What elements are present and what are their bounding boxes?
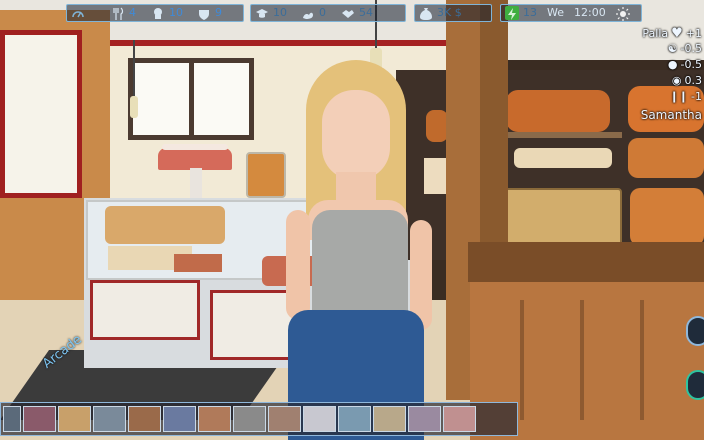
- character-samantha[interactable]: [278, 60, 438, 440]
- stat-strength: 0: [319, 6, 326, 19]
- bread-basket: [494, 188, 622, 250]
- cutlery-icon: ❙❙: [669, 90, 689, 103]
- mask-icon: ☯: [667, 42, 678, 55]
- location-thumbnail[interactable]: [303, 406, 336, 432]
- money-bag-icon[interactable]: [419, 6, 433, 20]
- left-window: [0, 30, 82, 198]
- status-line-4: ❙❙ -1: [670, 90, 702, 103]
- location-thumbnail[interactable]: [268, 406, 301, 432]
- money-amount: 3K $: [437, 6, 462, 19]
- location-thumbnail[interactable]: [93, 406, 126, 432]
- location-thumbnail[interactable]: [408, 406, 441, 432]
- status-line-3: ◉ 0.3: [672, 74, 702, 87]
- character-name: Samantha: [641, 108, 702, 122]
- status-line-2: ● -0.5: [668, 58, 702, 71]
- hud-money: 3K $: [414, 4, 492, 22]
- location-thumbnail[interactable]: [198, 406, 231, 432]
- cutlery-icon[interactable]: [111, 6, 125, 20]
- stat-education: 10: [273, 6, 287, 19]
- hud-time: 13 We 12:00: [500, 4, 642, 22]
- stat-mood: 9: [215, 6, 222, 19]
- day-label: We: [547, 6, 564, 19]
- chef-hat-icon[interactable]: [151, 6, 165, 20]
- sun-icon[interactable]: [615, 6, 630, 21]
- energy-icon[interactable]: [505, 6, 519, 20]
- status-value-2: -0.5: [680, 58, 702, 71]
- status-value-4: -1: [691, 90, 702, 103]
- location-thumbnail-bar: [0, 402, 518, 436]
- bakery-scene: [0, 0, 704, 440]
- graduation-cap-icon[interactable]: [255, 6, 269, 20]
- affection-name: Palla: [642, 27, 669, 40]
- handshake-icon[interactable]: [341, 6, 355, 20]
- cake-stand: [158, 148, 232, 170]
- status-line-1: ☯ -0.5: [668, 42, 702, 55]
- side-button-bottom[interactable]: [686, 370, 704, 400]
- mask-icon[interactable]: [197, 6, 211, 20]
- location-thumbnail[interactable]: [373, 406, 406, 432]
- location-thumbnail[interactable]: [23, 406, 56, 432]
- hud-stats-group-1: 4 10 9: [66, 4, 244, 22]
- back-window: [128, 58, 254, 140]
- location-thumbnail[interactable]: [3, 406, 21, 432]
- location-thumbnail[interactable]: [128, 406, 161, 432]
- money-icon: ●: [667, 58, 678, 71]
- status-value-1: -0.5: [680, 42, 702, 55]
- stat-skill: 10: [169, 6, 183, 19]
- character-name-text: Samantha: [640, 108, 702, 122]
- side-button-top[interactable]: [686, 316, 704, 346]
- clock-time: 12:00: [574, 6, 606, 19]
- location-thumbnail[interactable]: [443, 406, 476, 432]
- location-thumbnail[interactable]: [163, 406, 196, 432]
- affection-line: Palla ♥ +1: [642, 26, 702, 41]
- stat-social: 54: [359, 6, 373, 19]
- hud-stats-group-2: 10 0 54: [250, 4, 406, 22]
- location-thumbnail[interactable]: [58, 406, 91, 432]
- muscle-icon[interactable]: [301, 6, 315, 20]
- speedometer-icon[interactable]: [71, 6, 85, 20]
- food-icon: ◉: [671, 74, 682, 87]
- heart-icon: ♥: [671, 26, 683, 41]
- affection-delta: +1: [685, 27, 702, 40]
- location-thumbnail[interactable]: [338, 406, 371, 432]
- energy-value: 13: [523, 6, 537, 19]
- ceiling-lamp: [133, 40, 135, 100]
- stat-food: 4: [129, 6, 136, 19]
- status-value-3: 0.3: [684, 74, 703, 87]
- location-thumbnail[interactable]: [233, 406, 266, 432]
